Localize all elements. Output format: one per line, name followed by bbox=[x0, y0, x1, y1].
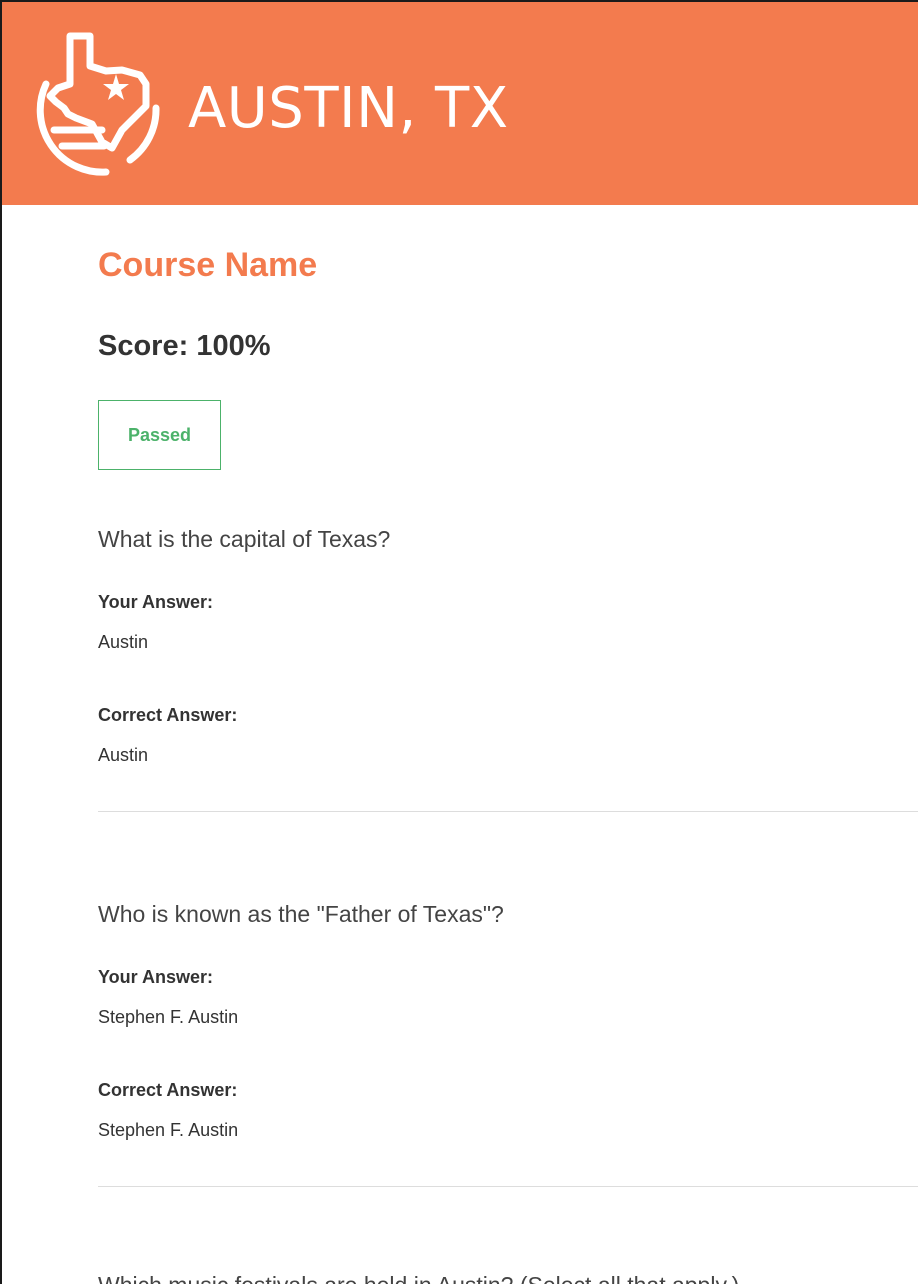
your-answer-label: Your Answer: bbox=[98, 967, 214, 987]
question-divider bbox=[98, 811, 918, 812]
course-name: Course Name bbox=[98, 246, 318, 284]
question-text: What is the capital of Texas? bbox=[98, 526, 391, 552]
score-heading: Score: 100% bbox=[98, 330, 271, 362]
site-header: AUSTIN, TX bbox=[2, 2, 918, 205]
correct-answer-label: Correct Answer: bbox=[98, 705, 238, 725]
your-answer-label: Your Answer: bbox=[98, 592, 214, 612]
correct-answer-value: Austin bbox=[98, 745, 149, 765]
question-text: Who is known as the "Father of Texas"? bbox=[98, 901, 504, 927]
correct-answer-value: Stephen F. Austin bbox=[98, 1120, 239, 1140]
question-text: Which music festivals are held in Austin… bbox=[98, 1271, 739, 1284]
correct-answer-label: Correct Answer: bbox=[98, 1080, 238, 1100]
page-frame: AUSTIN, TX Course Name Score: 100% Passe… bbox=[0, 0, 918, 1284]
status-badge: Passed bbox=[98, 400, 221, 470]
your-answer-value: Stephen F. Austin bbox=[98, 1007, 239, 1027]
question-divider bbox=[98, 1186, 918, 1187]
texas-map-star-icon bbox=[36, 32, 160, 176]
brand-title: AUSTIN, TX bbox=[188, 76, 509, 141]
your-answer-value: Austin bbox=[98, 632, 149, 652]
